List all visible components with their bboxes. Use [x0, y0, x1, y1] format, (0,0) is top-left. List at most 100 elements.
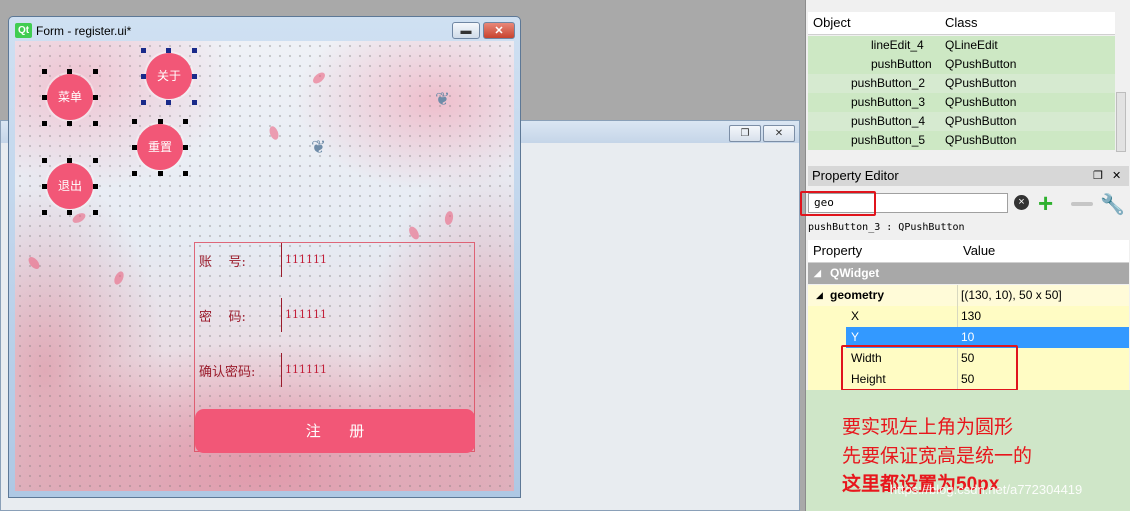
selection-handle[interactable]	[132, 145, 137, 150]
selection-handle[interactable]	[141, 100, 146, 105]
watermark: https://blog.csdn.net/a772304419	[890, 482, 1083, 497]
selection-handle[interactable]	[67, 69, 72, 74]
object-row[interactable]: lineEdit_4 QLineEdit	[808, 36, 1115, 55]
object-row[interactable]: pushButton_2 QPushButton	[808, 74, 1115, 93]
clear-filter-icon[interactable]: ×	[1014, 195, 1029, 210]
selection-handle[interactable]	[42, 95, 47, 100]
close-icon[interactable]: ✕	[1112, 166, 1121, 186]
selection-handle[interactable]	[42, 69, 47, 74]
object-class: QPushButton	[945, 95, 1017, 109]
selection-handle[interactable]	[166, 48, 171, 53]
highlight-rect	[841, 345, 1018, 391]
selection-handle[interactable]	[132, 171, 137, 176]
wrench-icon[interactable]: 🔧	[1100, 192, 1125, 217]
object-name: pushButton_5	[851, 133, 926, 147]
annotation-line: 先要保证宽高是统一的	[842, 446, 1033, 467]
petal-decoration	[443, 210, 455, 226]
object-name: pushButton	[871, 57, 932, 71]
selection-handle[interactable]	[67, 210, 72, 215]
selection-handle[interactable]	[67, 121, 72, 126]
property-editor-title-bar: Property Editor ❐ ✕	[808, 166, 1129, 186]
x-row[interactable]: X 130	[808, 306, 1129, 327]
selection-handle[interactable]	[183, 119, 188, 124]
object-name: pushButton_3	[851, 95, 926, 109]
close-icon[interactable]: ✕	[763, 125, 795, 142]
selection-handle[interactable]	[132, 119, 137, 124]
selection-handle[interactable]	[192, 48, 197, 53]
expand-arrow-icon[interactable]: ◢	[814, 263, 821, 284]
object-class: QPushButton	[945, 133, 1017, 147]
form-canvas[interactable]: ❦ ❦ 菜单 关于 重置 退出 账 号: 111111 密 码: 111111 …	[15, 41, 514, 491]
object-inspector-header: Object Class	[808, 12, 1115, 35]
butterfly-icon: ❦	[435, 89, 451, 109]
minimize-icon[interactable]: ▬	[452, 22, 480, 39]
petal-decoration	[70, 211, 88, 225]
property-value[interactable]: 130	[961, 306, 981, 327]
form-window: Qt Form - register.ui* ▬ ✕ ❦ ❦ 菜单 关于 重置 …	[8, 16, 521, 498]
property-value[interactable]: [(130, 10), 50 x 50]	[961, 285, 1062, 306]
confirm-password-input[interactable]: 111111	[281, 353, 461, 387]
selection-handle[interactable]	[93, 184, 98, 189]
selection-handle[interactable]	[42, 121, 47, 126]
selection-handle[interactable]	[166, 100, 171, 105]
selection-handle[interactable]	[192, 100, 197, 105]
object-column-header[interactable]: Object	[813, 15, 851, 30]
petal-decoration	[26, 255, 42, 271]
petal-decoration	[407, 224, 421, 242]
object-name: pushButton_2	[851, 76, 926, 90]
selection-handle[interactable]	[42, 210, 47, 215]
selection-handle[interactable]	[158, 171, 163, 176]
selection-handle[interactable]	[183, 145, 188, 150]
menu-button[interactable]: 菜单	[47, 74, 93, 120]
class-column-header[interactable]: Class	[945, 15, 978, 30]
object-row[interactable]: pushButton_4 QPushButton	[808, 112, 1115, 131]
qwidget-section-row[interactable]: ◢ QWidget	[808, 263, 1129, 284]
selection-handle[interactable]	[93, 210, 98, 215]
property-name: X	[851, 309, 860, 323]
object-class: QLineEdit	[945, 38, 998, 52]
object-name: lineEdit_4	[871, 38, 924, 52]
object-row[interactable]: pushButton QPushButton	[808, 55, 1115, 74]
selection-handle[interactable]	[93, 121, 98, 126]
float-icon[interactable]: ❐	[1093, 166, 1103, 186]
reset-button[interactable]: 重置	[137, 124, 183, 170]
restore-icon[interactable]: ❐	[729, 125, 761, 142]
account-label: 账 号:	[199, 255, 246, 270]
property-column-header[interactable]: Property	[813, 243, 862, 258]
about-button[interactable]: 关于	[146, 53, 192, 99]
object-row[interactable]: pushButton_3 QPushButton	[808, 93, 1115, 112]
add-property-icon[interactable]: +	[1038, 190, 1053, 216]
expand-arrow-icon[interactable]: ◢	[816, 285, 823, 306]
selected-object-info: pushButton_3 : QPushButton	[808, 222, 965, 233]
selection-handle[interactable]	[93, 69, 98, 74]
selection-handle[interactable]	[42, 184, 47, 189]
confirm-password-label: 确认密码:	[199, 365, 256, 380]
account-input[interactable]: 111111	[281, 243, 461, 277]
selection-handle[interactable]	[141, 48, 146, 53]
password-input[interactable]: 111111	[281, 298, 461, 332]
selection-handle[interactable]	[183, 171, 188, 176]
selection-handle[interactable]	[192, 74, 197, 79]
value-column-header[interactable]: Value	[963, 243, 995, 258]
selection-handle[interactable]	[93, 95, 98, 100]
selection-handle[interactable]	[67, 158, 72, 163]
section-name: QWidget	[830, 266, 880, 280]
register-button[interactable]: 注 册	[195, 409, 475, 453]
annotation-area: 要实现左上角为圆形 先要保证宽高是统一的 这里都设置为50px https://…	[806, 390, 1130, 511]
object-class: QPushButton	[945, 114, 1017, 128]
property-name: geometry	[830, 288, 885, 302]
object-row[interactable]: pushButton_5 QPushButton	[808, 131, 1115, 150]
geometry-row[interactable]: ◢ geometry [(130, 10), 50 x 50]	[808, 285, 1129, 306]
selection-handle[interactable]	[42, 158, 47, 163]
petal-decoration	[311, 70, 327, 86]
qt-logo-icon: Qt	[15, 23, 32, 38]
remove-property-icon[interactable]	[1071, 202, 1093, 206]
close-window-icon[interactable]: ✕	[483, 22, 515, 39]
password-label: 密 码:	[199, 310, 246, 325]
right-dock-panel: Object Class lineEdit_4 QLineEdit pushBu…	[800, 0, 1130, 511]
selection-handle[interactable]	[158, 119, 163, 124]
selection-handle[interactable]	[141, 74, 146, 79]
exit-button[interactable]: 退出	[47, 163, 93, 209]
selection-handle[interactable]	[93, 158, 98, 163]
object-inspector-scrollbar[interactable]	[1116, 92, 1126, 152]
